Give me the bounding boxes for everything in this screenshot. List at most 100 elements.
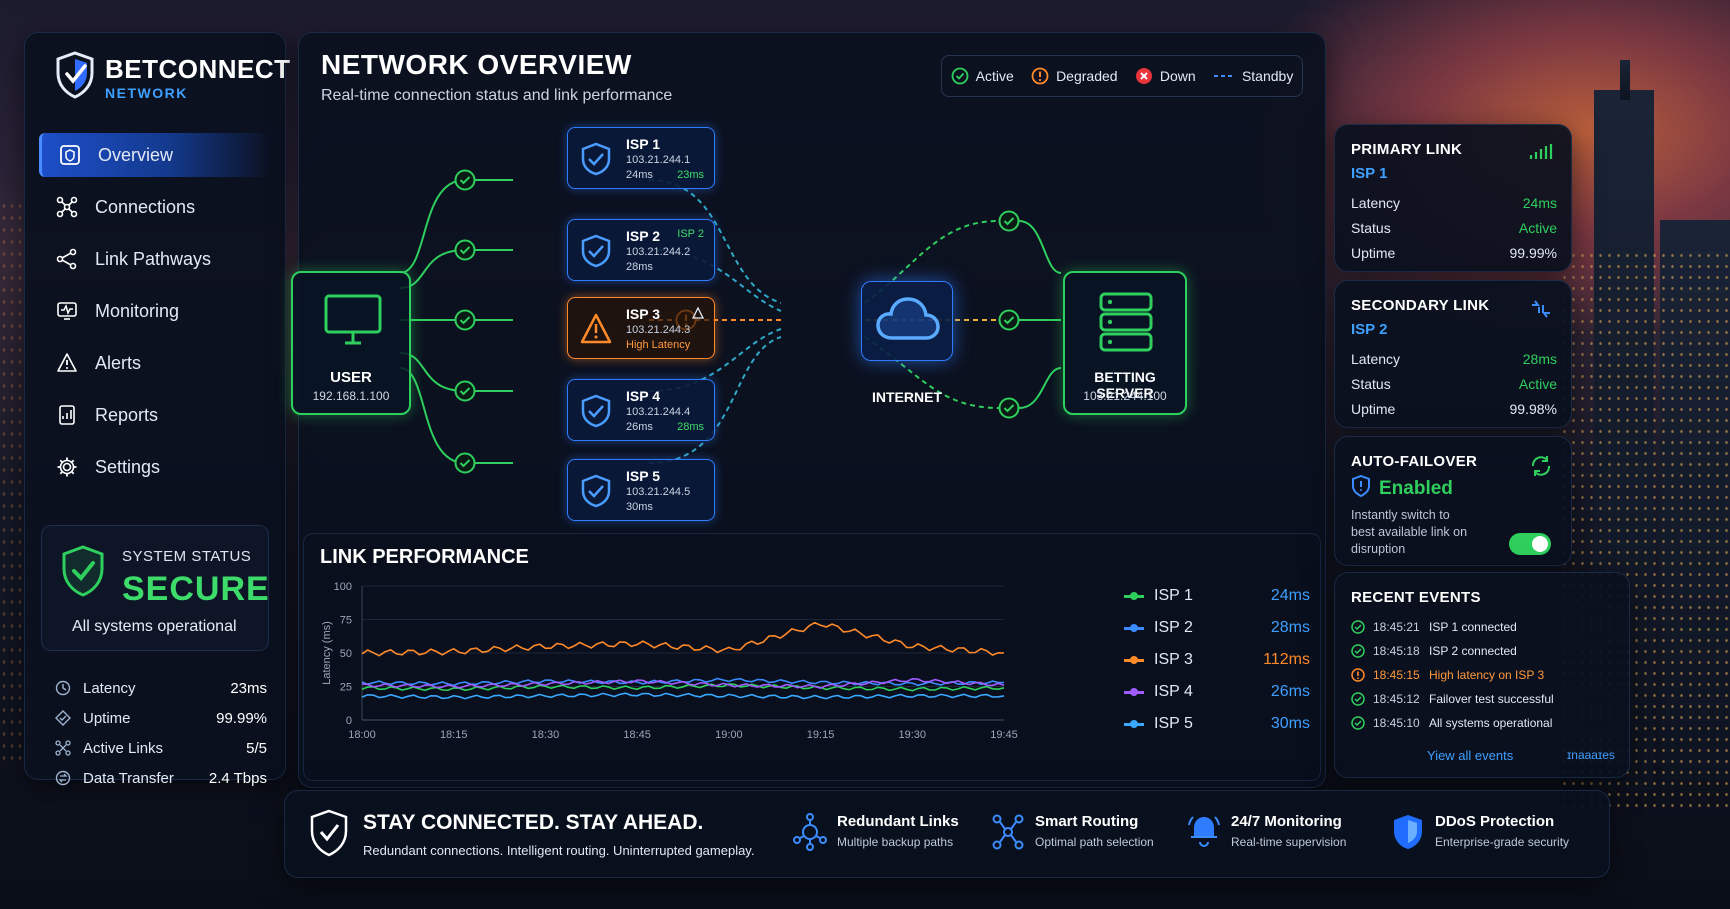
secondary-link-title: SECONDARY LINK (1351, 297, 1490, 314)
event-time: 18:45:18 (1373, 644, 1420, 658)
redundant-links-icon (793, 813, 827, 856)
event-text: ISP 1 connected (1429, 620, 1517, 634)
sidebar-item-label: Settings (95, 456, 161, 477)
feature-title: DDoS Protection (1435, 813, 1555, 830)
event-item: 18:45:21 ISP 1 connected (1351, 620, 1517, 634)
row-label: Uptime (1351, 401, 1396, 417)
betting-server-node[interactable]: BETTING SERVER 103.21.244.100 (1063, 271, 1187, 415)
view-all-events-link[interactable]: Yiew all events (1427, 748, 1513, 763)
stat-label: Uptime (83, 709, 131, 727)
internet-node[interactable] (861, 281, 953, 361)
shield-check-icon (309, 809, 349, 862)
recent-events-card: RECENT EVENTS 18:45:21 ISP 1 connected 18… (1334, 572, 1630, 778)
shield-icon (1391, 813, 1425, 856)
feature-redundant-links: Redundant Links Multiple backup paths (793, 813, 959, 856)
transfer-icon (55, 770, 75, 786)
legend-label: Down (1159, 68, 1196, 84)
perf-legend: ISP 1 24ms ISP 2 28ms ISP 3 112ms ISP 4 26ms… (1124, 580, 1310, 740)
primary-uptime-row: Uptime 99.99% (1351, 245, 1557, 261)
shield-logo-icon (55, 51, 95, 104)
x-tick-label: 19:30 (899, 729, 927, 741)
sidebar-item-label: Overview (98, 144, 174, 165)
perf-legend-isp5: ISP 5 30ms (1124, 708, 1310, 740)
row-label: Uptime (1351, 245, 1396, 261)
events-more-link[interactable]: ɪnaaaɪes (1567, 748, 1615, 762)
legend-label: Degraded (1056, 68, 1118, 84)
sidebar-item-overview[interactable]: Overview (39, 133, 271, 177)
server-icon (1097, 291, 1155, 358)
connections-icon (55, 195, 79, 219)
perf-legend-isp2: ISP 2 28ms (1124, 612, 1310, 644)
isp-node-4[interactable]: ISP 4 103.21.244.4 26ms 28ms (567, 379, 715, 441)
row-value: Active (1518, 376, 1557, 392)
row-label: Latency (1351, 195, 1401, 211)
perf-legend-isp1: ISP 1 24ms (1124, 580, 1310, 612)
sidebar-item-connections[interactable]: Connections (39, 185, 271, 229)
stat-label: Latency (83, 679, 136, 697)
isp-latency: 30ms (626, 501, 653, 513)
warning-circle-icon (1031, 67, 1049, 85)
sync-icon (1529, 299, 1553, 324)
monitoring-icon (1187, 813, 1221, 856)
latency-icon (55, 680, 75, 696)
x-tick-label: 18:00 (348, 729, 376, 741)
isp-node-3[interactable]: ISP 3 103.21.244.3 High Latency (567, 297, 715, 359)
brand-name: BETCONNECT (105, 54, 291, 84)
failover-state: Enabled (1351, 474, 1453, 502)
banner-title: STAY CONNECTED. STAY AHEAD. (363, 811, 704, 834)
user-node[interactable]: USER 192.168.1.100 (291, 271, 411, 415)
event-time: 18:45:15 (1373, 668, 1420, 682)
feature-sub: Multiple backup paths (837, 835, 954, 849)
y-axis-label: Latency (ms) (321, 621, 333, 685)
failover-toggle[interactable] (1509, 533, 1551, 555)
event-item: 18:45:15 High latency on ISP 3 (1351, 668, 1544, 682)
stat-data-transfer: Data Transfer 2.4 Tbps (55, 763, 267, 793)
row-value: 28ms (1522, 351, 1557, 367)
isp-ip: 103.21.244.5 (626, 486, 691, 498)
x-tick-label: 18:45 (623, 729, 651, 741)
isp-node-5[interactable]: ISP 5 103.21.244.5 30ms (567, 459, 715, 521)
row-label: Latency (1351, 351, 1401, 367)
sidebar: BETCONNECT NETWORK Overview Connections … (24, 32, 290, 787)
event-item: 18:45:10 All systems operational (1351, 716, 1552, 730)
isp-latency: 26ms (626, 421, 653, 433)
shield-check-icon (580, 234, 612, 273)
user-label: USER (330, 369, 372, 386)
row-label: Status (1351, 220, 1391, 236)
perf-title: LINK PERFORMANCE (320, 546, 529, 568)
primary-link-card[interactable]: PRIMARY LINK ISP 1 Latency 24ms Status Act… (1334, 124, 1572, 272)
sidebar-item-link-pathways[interactable]: Link Pathways (39, 237, 271, 281)
sidebar-item-alerts[interactable]: Alerts (39, 341, 271, 385)
x-tick-label: 18:30 (532, 729, 560, 741)
stat-uptime: Uptime 99.99% (55, 703, 267, 733)
system-status-card: SYSTEM STATUS SECURE All systems operati… (41, 525, 269, 651)
sidebar-item-label: Monitoring (95, 300, 180, 321)
isp-ip: 103.21.244.1 (626, 154, 691, 166)
isp-latency: 28ms (626, 261, 653, 273)
pathways-icon (55, 247, 79, 271)
sidebar-nav: Overview Connections Link Pathways Monit… (39, 133, 271, 497)
isp-node-1[interactable]: ISP 1 103.21.244.1 24ms 23ms (567, 127, 715, 189)
event-item: 18:45:12 Failover test successful (1351, 692, 1554, 706)
perf-legend-name: ISP 5 (1154, 715, 1193, 732)
small-warning-icon (691, 306, 705, 324)
x-tick-label: 19:15 (807, 729, 835, 741)
isp-latency: High Latency (626, 339, 691, 351)
event-time: 18:45:10 (1373, 716, 1420, 730)
sidebar-item-settings[interactable]: Settings (39, 445, 271, 489)
sidebar-item-reports[interactable]: Reports (39, 393, 271, 437)
perf-legend-name: ISP 4 (1154, 683, 1193, 700)
status-legend: Active Degraded Down Standby (941, 55, 1303, 97)
sidebar-item-monitoring[interactable]: Monitoring (39, 289, 271, 333)
secondary-link-card[interactable]: SECONDARY LINK ISP 2 Latency 28ms Status A… (1334, 280, 1572, 428)
isp-node-2[interactable]: ISP 2 103.21.244.2 28ms ISP 2 (567, 219, 715, 281)
isp-name: ISP 1 (626, 136, 660, 152)
perf-legend-value: 26ms (1270, 683, 1310, 700)
gear-icon (55, 455, 79, 479)
shield-icon (1351, 474, 1371, 502)
y-tick-label: 50 (340, 648, 352, 660)
y-tick-label: 0 (346, 715, 352, 727)
monitor-icon (323, 293, 383, 354)
status-check-icon (998, 210, 1020, 237)
isp-latency: 24ms (626, 169, 653, 181)
